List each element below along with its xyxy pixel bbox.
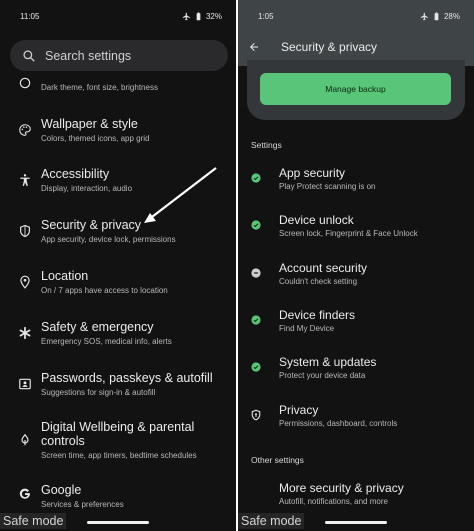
security-item-title: Device unlock [279, 213, 354, 227]
settings-item-title: Safety & emergency [41, 320, 154, 334]
security-item-device-finders[interactable]: Device finders Find My Device [238, 305, 474, 341]
settings-item-wallpaper[interactable]: Wallpaper & style Colors, themed icons, … [0, 112, 236, 152]
section-header-settings: Settings [251, 140, 282, 150]
security-item-device-unlock[interactable]: Device unlock Screen lock, Fingerprint &… [238, 210, 474, 246]
check-circle-icon [251, 173, 261, 183]
settings-item-subtitle: Dark theme, font size, brightness [41, 83, 158, 92]
settings-item-subtitle: Screen time, app timers, bedtime schedul… [41, 451, 197, 460]
battery-level: 32% [205, 11, 222, 21]
settings-item-subtitle: Display, interaction, audio [41, 184, 133, 193]
settings-item-safety-emergency[interactable]: Safety & emergency Emergency SOS, medica… [0, 315, 236, 355]
settings-item-subtitle: App security, device lock, permissions [41, 235, 176, 244]
location-pin-icon [20, 275, 30, 289]
search-placeholder: Search settings [45, 48, 132, 63]
shield-icon [251, 409, 261, 421]
check-circle-icon [251, 220, 261, 230]
palette-icon [19, 124, 31, 136]
security-item-more[interactable]: More security & privacy Autofill, notifi… [238, 478, 474, 510]
settings-item-title-line1: Digital Wellbeing & parental [41, 420, 195, 434]
status-bar: 11:05 32% [0, 0, 236, 32]
bottom-bar: Safe mode [238, 511, 474, 531]
security-item-account-security[interactable]: Account security Couldn't check setting [238, 258, 474, 294]
minus-circle-icon [251, 268, 261, 278]
annotation-arrow [144, 167, 217, 223]
back-arrow-icon[interactable] [248, 41, 260, 53]
status-time: 1:05 [258, 11, 274, 21]
airplane-icon [182, 12, 190, 20]
security-item-subtitle: Permissions, dashboard, controls [279, 419, 398, 428]
settings-item-title: Wallpaper & style [41, 117, 138, 131]
security-item-system-updates[interactable]: System & updates Protect your device dat… [238, 352, 474, 388]
settings-item-subtitle: Emergency SOS, medical info, alerts [41, 337, 172, 346]
settings-item-title: Accessibility [41, 167, 110, 181]
battery-icon [434, 11, 439, 20]
security-item-title: Account security [279, 261, 368, 275]
security-item-title: More security & privacy [279, 481, 404, 495]
page-title: Security & privacy [281, 40, 378, 54]
wellbeing-icon [21, 433, 29, 446]
settings-item-title: Passwords, passkeys & autofill [41, 371, 213, 385]
battery-level: 28% [443, 11, 460, 21]
gesture-handle[interactable] [87, 521, 149, 524]
display-icon [19, 77, 31, 89]
airplane-icon [420, 12, 428, 20]
safe-mode-label: Safe mode [0, 513, 67, 529]
gesture-handle[interactable] [325, 521, 387, 524]
security-item-subtitle: Screen lock, Fingerprint & Face Unlock [279, 229, 418, 238]
security-item-subtitle: Autofill, notifications, and more [279, 497, 388, 506]
settings-item-subtitle: Services & preferences [41, 500, 124, 509]
check-circle-icon [251, 315, 261, 325]
accessibility-icon [20, 174, 30, 186]
status-icons: 32% [182, 12, 222, 21]
security-item-title: Device finders [279, 308, 356, 322]
security-item-subtitle: Protect your device data [279, 371, 366, 380]
check-circle-icon [251, 362, 261, 372]
settings-item-title: Google [41, 483, 82, 497]
settings-item-title: Security & privacy [41, 218, 142, 232]
security-item-subtitle: Couldn't check setting [279, 277, 358, 286]
security-item-subtitle: Play Protect scanning is on [279, 182, 376, 191]
asterisk-icon [19, 326, 31, 340]
security-item-privacy[interactable]: Privacy Permissions, dashboard, controls [238, 400, 474, 436]
settings-item-google[interactable]: Google Services & preferences [0, 478, 236, 514]
settings-item-digital-wellbeing[interactable]: Digital Wellbeing & parental controls Sc… [0, 417, 236, 467]
settings-item-title-line2: controls [41, 434, 85, 448]
id-card-icon [19, 378, 31, 390]
settings-item-location[interactable]: Location On / 7 apps have access to loca… [0, 264, 236, 304]
security-item-title: System & updates [279, 355, 377, 369]
security-item-app-security[interactable]: App security Play Protect scanning is on [238, 163, 474, 199]
status-icons: 28% [420, 12, 460, 21]
settings-item-subtitle: Colors, themed icons, app grid [41, 134, 150, 143]
safe-mode-label: Safe mode [238, 513, 305, 529]
bottom-bar: Safe mode [0, 511, 236, 531]
battery-icon [196, 11, 201, 20]
manage-backup-button[interactable]: Manage backup [260, 73, 451, 105]
settings-item-passwords[interactable]: Passwords, passkeys & autofill Suggestio… [0, 366, 236, 406]
security-privacy-screen: 1:05 28% Security & privacy Manage backu… [238, 0, 474, 531]
security-item-title: Privacy [279, 403, 319, 417]
settings-item-display[interactable]: Dark theme, font size, brightness [0, 76, 236, 100]
search-icon [23, 49, 35, 62]
settings-item-title: Location [41, 269, 89, 283]
shield-icon [20, 224, 30, 238]
security-item-title: App security [279, 166, 346, 180]
section-header-other-settings: Other settings [251, 455, 304, 465]
security-item-subtitle: Find My Device [279, 324, 335, 333]
settings-screen: 11:05 32% Search settings Dark theme, fo… [0, 0, 236, 531]
search-bar[interactable]: Search settings [10, 40, 228, 71]
settings-item-subtitle: On / 7 apps have access to location [41, 286, 168, 295]
status-time: 11:05 [20, 11, 40, 21]
settings-item-subtitle: Suggestions for sign-in & autofill [41, 388, 156, 397]
google-icon [19, 488, 30, 499]
